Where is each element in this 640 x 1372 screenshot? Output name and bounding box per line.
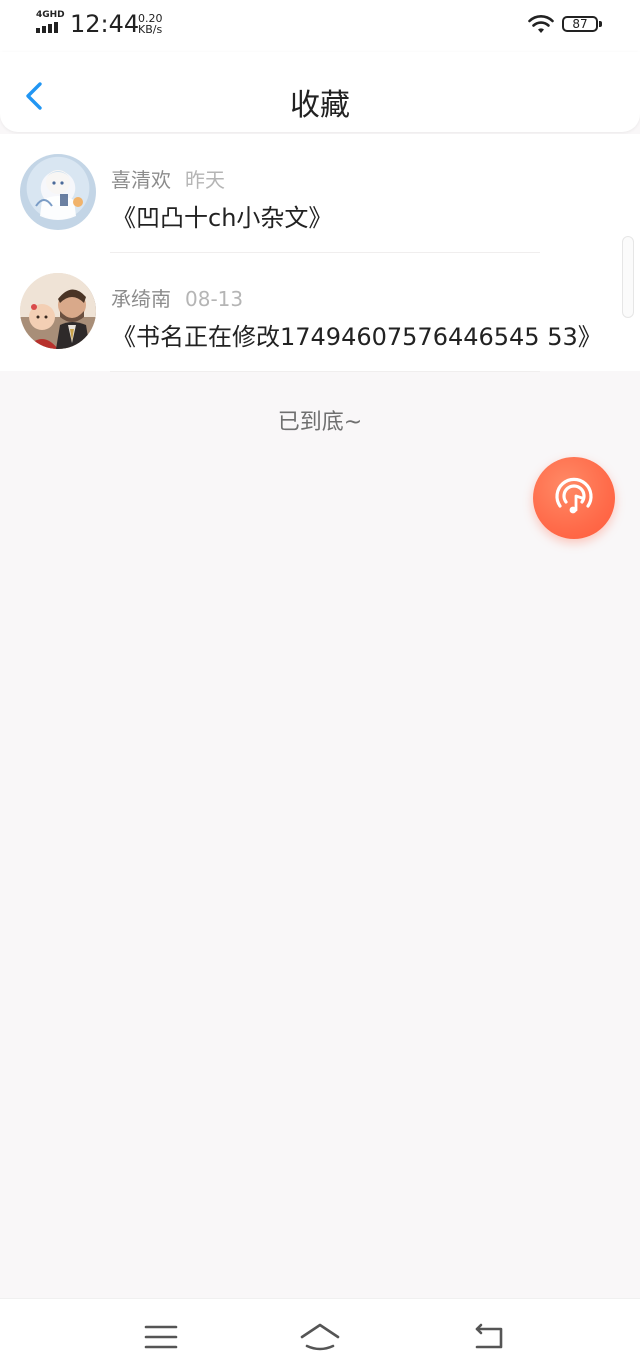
audio-floating-button[interactable] [533,457,615,539]
menu-icon[interactable] [141,1319,181,1355]
audio-podcast-icon [555,477,593,514]
network-speed-unit: KB/s [138,23,163,36]
page-title: 收藏 [290,88,350,123]
item-meta: 承绮南 08-13 [111,283,243,312]
wifi-icon [528,15,554,33]
status-bar: 4GHD 12:44 0.20 KB/s 87 [0,0,640,52]
timestamp: 08-13 [185,287,244,311]
system-navigation-bar [0,1298,640,1372]
avatar [20,154,96,230]
battery-icon: 87 [562,16,602,32]
timestamp: 昨天 [185,168,225,192]
divider [110,371,540,372]
favorites-list: 喜清欢 昨天 《凹凸十ch小杂文》 承绮南 08-13 《书名正在修改17494… [0,134,640,372]
network-speed: 0.20 KB/s [138,13,163,35]
favorites-screen: 4GHD 12:44 0.20 KB/s 87 收藏 喜清欢 昨天 《凹凸十ch… [0,0,640,1372]
list-item[interactable]: 承绮南 08-13 《书名正在修改17494607576446545 53》 [0,253,640,372]
author-name: 承绮南 [111,287,171,311]
author-name: 喜清欢 [111,168,171,192]
end-of-list-label: 已到底~ [277,410,363,435]
item-meta: 喜清欢 昨天 [111,164,225,193]
list-item[interactable]: 喜清欢 昨天 《凹凸十ch小杂文》 [0,134,640,253]
avatar [20,273,96,349]
book-title: 《书名正在修改17494607576446545 53》 [112,323,602,351]
back-icon[interactable] [469,1319,509,1355]
network-type: 4GHD [36,10,65,20]
home-icon[interactable] [298,1319,342,1355]
top-navigation-bar: 收藏 [0,52,640,132]
scrollbar[interactable] [622,236,634,318]
signal-icon [36,22,58,33]
book-title: 《凹凸十ch小杂文》 [112,204,333,232]
clock: 12:44 [70,10,140,38]
